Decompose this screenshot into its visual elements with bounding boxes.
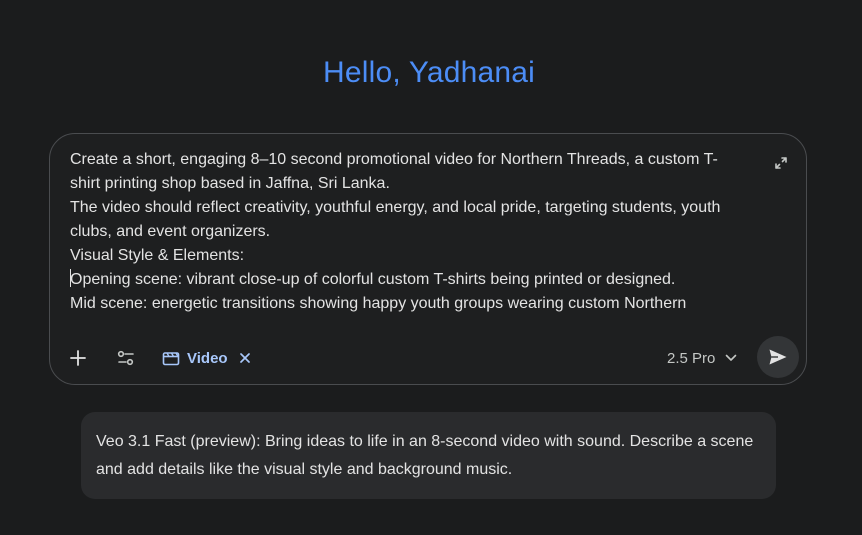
prompt-line: Visual Style & Elements: — [70, 247, 245, 264]
prompt-line: Mid scene: energetic transitions showing… — [70, 295, 687, 312]
app-page: Hello, Yadhanai Create a short, engaging… — [0, 0, 862, 535]
video-chip-label: Video — [187, 349, 228, 367]
prompt-line-with-caret: Opening scene: vibrant close-up of color… — [70, 268, 750, 292]
veo-info-text: Veo 3.1 Fast (preview): Bring ideas to l… — [96, 433, 754, 478]
model-label: 2.5 Pro — [667, 349, 716, 367]
remove-video-chip-button[interactable] — [239, 353, 250, 363]
greeting-title: Hello, Yadhanai — [322, 56, 536, 89]
tools-button[interactable] — [112, 344, 140, 372]
prompt-line: shirt printing shop based in Jaffna, Sri… — [70, 175, 390, 192]
prompt-line: The video should reflect creativity, you… — [70, 199, 721, 216]
chevron-down-icon — [726, 354, 737, 361]
send-icon — [769, 349, 787, 365]
prompt-composer: Create a short, engaging 8–10 second pro… — [49, 133, 807, 385]
prompt-textarea[interactable]: Create a short, engaging 8–10 second pro… — [70, 148, 750, 316]
sliders-icon — [117, 350, 134, 366]
prompt-line: clubs, and event organizers. — [70, 223, 271, 240]
expand-icon — [775, 157, 787, 169]
video-tool-chip[interactable]: Video — [162, 346, 250, 370]
expand-button[interactable] — [770, 152, 792, 174]
veo-info-card: Veo 3.1 Fast (preview): Bring ideas to l… — [81, 412, 776, 499]
prompt-line: Create a short, engaging 8–10 second pro… — [70, 151, 718, 168]
prompt-line-text: Opening scene: vibrant close-up of color… — [70, 271, 676, 288]
model-selector[interactable]: 2.5 Pro — [667, 346, 737, 370]
clapperboard-icon — [162, 352, 180, 366]
send-button[interactable] — [757, 336, 799, 378]
close-icon — [239, 353, 250, 363]
plus-icon — [70, 350, 86, 366]
add-button[interactable] — [64, 344, 92, 372]
